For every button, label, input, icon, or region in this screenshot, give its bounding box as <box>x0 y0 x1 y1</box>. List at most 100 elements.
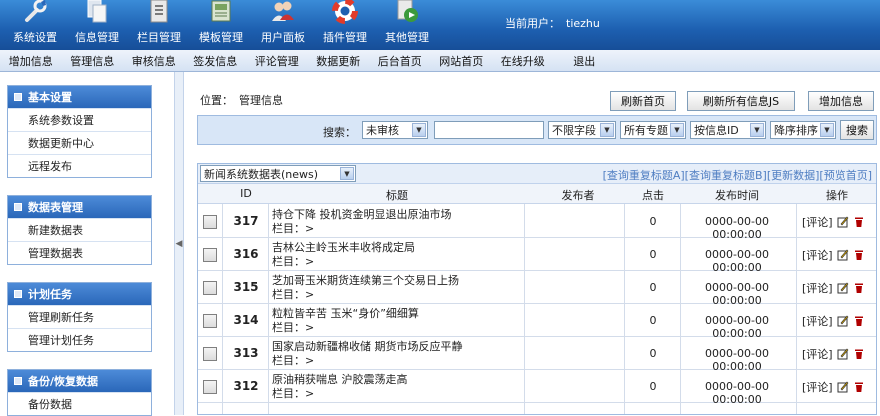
edit-icon[interactable] <box>837 315 849 327</box>
submenu-comment-manage[interactable]: 评论管理 <box>246 53 308 69</box>
topnav-system-settings[interactable]: 系统设置 <box>4 0 66 50</box>
row-title-link[interactable]: 原油稍获喘息 沪胶震荡走高 <box>272 373 522 387</box>
row-checkbox[interactable] <box>203 281 217 295</box>
sidebar-group-title: 计划任务 <box>28 288 72 301</box>
sidebar-group-header[interactable]: 数据表管理 <box>8 196 151 218</box>
top-nav: 系统设置 信息管理 栏目管理 模板管理 用户面板 插件管理 其他管理 <box>4 0 438 50</box>
sidebar-item-data-update-center[interactable]: 数据更新中心 <box>8 131 151 154</box>
status-select[interactable]: 未审核 ▼ <box>362 121 428 139</box>
row-actions: [评论] <box>802 247 865 263</box>
column-id: ID <box>240 187 252 200</box>
top-header: 系统设置 信息管理 栏目管理 模板管理 用户面板 插件管理 其他管理 当前用户：… <box>0 0 880 50</box>
topnav-info-manage[interactable]: 信息管理 <box>66 0 128 50</box>
sidebar-collapse-handle[interactable]: ◀ <box>174 72 184 415</box>
topnav-column-manage[interactable]: 栏目管理 <box>128 0 190 50</box>
search-input[interactable] <box>434 121 544 139</box>
sidebar-item-manage-tables[interactable]: 管理数据表 <box>8 241 151 264</box>
row-checkbox[interactable] <box>203 248 217 262</box>
data-table-select-value: 新闻系统数据表(news) <box>204 167 319 181</box>
field-select[interactable]: 不限字段 ▼ <box>548 121 616 139</box>
topnav-label: 插件管理 <box>323 31 367 44</box>
sidebar-group-header[interactable]: 计划任务 <box>8 283 151 305</box>
comment-link[interactable]: [评论] <box>802 313 833 329</box>
sidebar-item-refresh-tasks[interactable]: 管理刷新任务 <box>8 305 151 328</box>
topnav-user-panel[interactable]: 用户面板 <box>252 0 314 50</box>
row-checkbox[interactable] <box>203 380 217 394</box>
row-title-link[interactable]: 粒粒皆辛苦 玉米“身价”细细算 <box>272 307 522 321</box>
row-title-cell: 原油稍获喘息 沪胶震荡走高 栏目：> <box>272 373 522 401</box>
sidebar-group-header[interactable]: 基本设置 <box>8 86 151 108</box>
template-icon <box>208 0 234 24</box>
comment-link[interactable]: [评论] <box>802 247 833 263</box>
order-select[interactable]: 降序排序 ▼ <box>770 121 836 139</box>
documents-icon <box>84 0 110 24</box>
submenu-manage-info[interactable]: 管理信息 <box>62 53 124 69</box>
data-table-select[interactable]: 新闻系统数据表(news) ▼ <box>200 165 356 182</box>
sidebar-item-backup-data[interactable]: 备份数据 <box>8 392 151 415</box>
row-title-link[interactable]: 持仓下降 投机资金明显退出原油市场 <box>272 208 522 222</box>
row-checkbox[interactable] <box>203 314 217 328</box>
row-title-link[interactable]: 吉林公主岭玉米丰收将成定局 <box>272 241 522 255</box>
sidebar-item-new-table[interactable]: 新建数据表 <box>8 218 151 241</box>
main-content: 位置： 管理信息 刷新首页 刷新所有信息JS 增加信息 搜索： 未审核 ▼ 不限字段… <box>190 72 880 415</box>
delete-icon[interactable] <box>853 249 865 261</box>
row-actions: [评论] <box>802 280 865 296</box>
edit-icon[interactable] <box>837 249 849 261</box>
sub-menu: 增加信息 管理信息 审核信息 签发信息 评论管理 数据更新 后台首页 网站首页 … <box>0 50 880 72</box>
search-button[interactable]: 搜索 <box>840 120 874 140</box>
edit-icon[interactable] <box>837 348 849 360</box>
chevron-left-icon: ◀ <box>175 238 183 249</box>
query-duplicate-b-link[interactable]: [查询重复标题B] <box>685 167 767 183</box>
square-icon <box>14 377 22 385</box>
add-info-button[interactable]: 增加信息 <box>808 91 874 111</box>
query-duplicate-a-link[interactable]: [查询重复标题A] <box>603 167 685 183</box>
refresh-all-js-button[interactable]: 刷新所有信息JS <box>687 91 795 111</box>
row-checkbox[interactable] <box>203 215 217 229</box>
sidebar-group-header[interactable]: 备份/恢复数据 <box>8 370 151 392</box>
row-title-link[interactable]: 国家启动新疆棉收储 期货市场反应平静 <box>272 340 522 354</box>
row-checkbox[interactable] <box>203 347 217 361</box>
comment-link[interactable]: [评论] <box>802 379 833 395</box>
sidebar-item-remote-publish[interactable]: 远程发布 <box>8 154 151 177</box>
topnav-template-manage[interactable]: 模板管理 <box>190 0 252 50</box>
comment-link[interactable]: [评论] <box>802 346 833 362</box>
column-title: 标题 <box>386 189 408 202</box>
edit-icon[interactable] <box>837 282 849 294</box>
sidebar-item-system-params[interactable]: 系统参数设置 <box>8 108 151 131</box>
submenu-review-info[interactable]: 审核信息 <box>123 53 185 69</box>
topic-select[interactable]: 所有专题 ▼ <box>620 121 686 139</box>
edit-icon[interactable] <box>837 216 849 228</box>
row-title-link[interactable]: 芝加哥玉米期货连续第三个交易日上扬 <box>272 274 522 288</box>
submenu-sign-info[interactable]: 签发信息 <box>185 53 247 69</box>
submenu-admin-home[interactable]: 后台首页 <box>369 53 431 69</box>
users-icon <box>270 0 296 24</box>
delete-icon[interactable] <box>853 282 865 294</box>
comment-link[interactable]: [评论] <box>802 280 833 296</box>
sort-by-select[interactable]: 按信息ID ▼ <box>690 121 766 139</box>
comment-link[interactable]: [评论] <box>802 214 833 230</box>
submenu-logout[interactable]: 退出 <box>554 53 616 69</box>
edit-icon[interactable] <box>837 381 849 393</box>
sidebar-item-scheduled-tasks[interactable]: 管理计划任务 <box>8 328 151 351</box>
submenu-data-update[interactable]: 数据更新 <box>308 53 370 69</box>
row-id: 313 <box>233 346 259 360</box>
topnav-other-manage[interactable]: 其他管理 <box>376 0 438 50</box>
topnav-label: 模板管理 <box>199 31 243 44</box>
delete-icon[interactable] <box>853 381 865 393</box>
refresh-home-button[interactable]: 刷新首页 <box>610 91 676 111</box>
search-bar: 搜索： 未审核 ▼ 不限字段 ▼ 所有专题 ▼ 按信息ID ▼ 降序排序 ▼ 搜索 <box>197 115 877 145</box>
topnav-plugin-manage[interactable]: 插件管理 <box>314 0 376 50</box>
info-table-panel: 新闻系统数据表(news) ▼ [查询重复标题A] [查询重复标题B] [更新数据… <box>197 163 877 415</box>
column-divider <box>524 204 525 414</box>
submenu-add-info[interactable]: 增加信息 <box>0 53 62 69</box>
submenu-online-upgrade[interactable]: 在线升级 <box>492 53 554 69</box>
update-data-link[interactable]: [更新数据] <box>767 167 820 183</box>
breadcrumb-current: 管理信息 <box>239 94 283 107</box>
submenu-site-home[interactable]: 网站首页 <box>431 53 493 69</box>
delete-icon[interactable] <box>853 216 865 228</box>
preview-home-link[interactable]: [预览首页] <box>819 167 872 183</box>
delete-icon[interactable] <box>853 315 865 327</box>
sidebar-group-title: 数据表管理 <box>28 201 83 214</box>
status-select-value: 未审核 <box>366 124 399 137</box>
delete-icon[interactable] <box>853 348 865 360</box>
